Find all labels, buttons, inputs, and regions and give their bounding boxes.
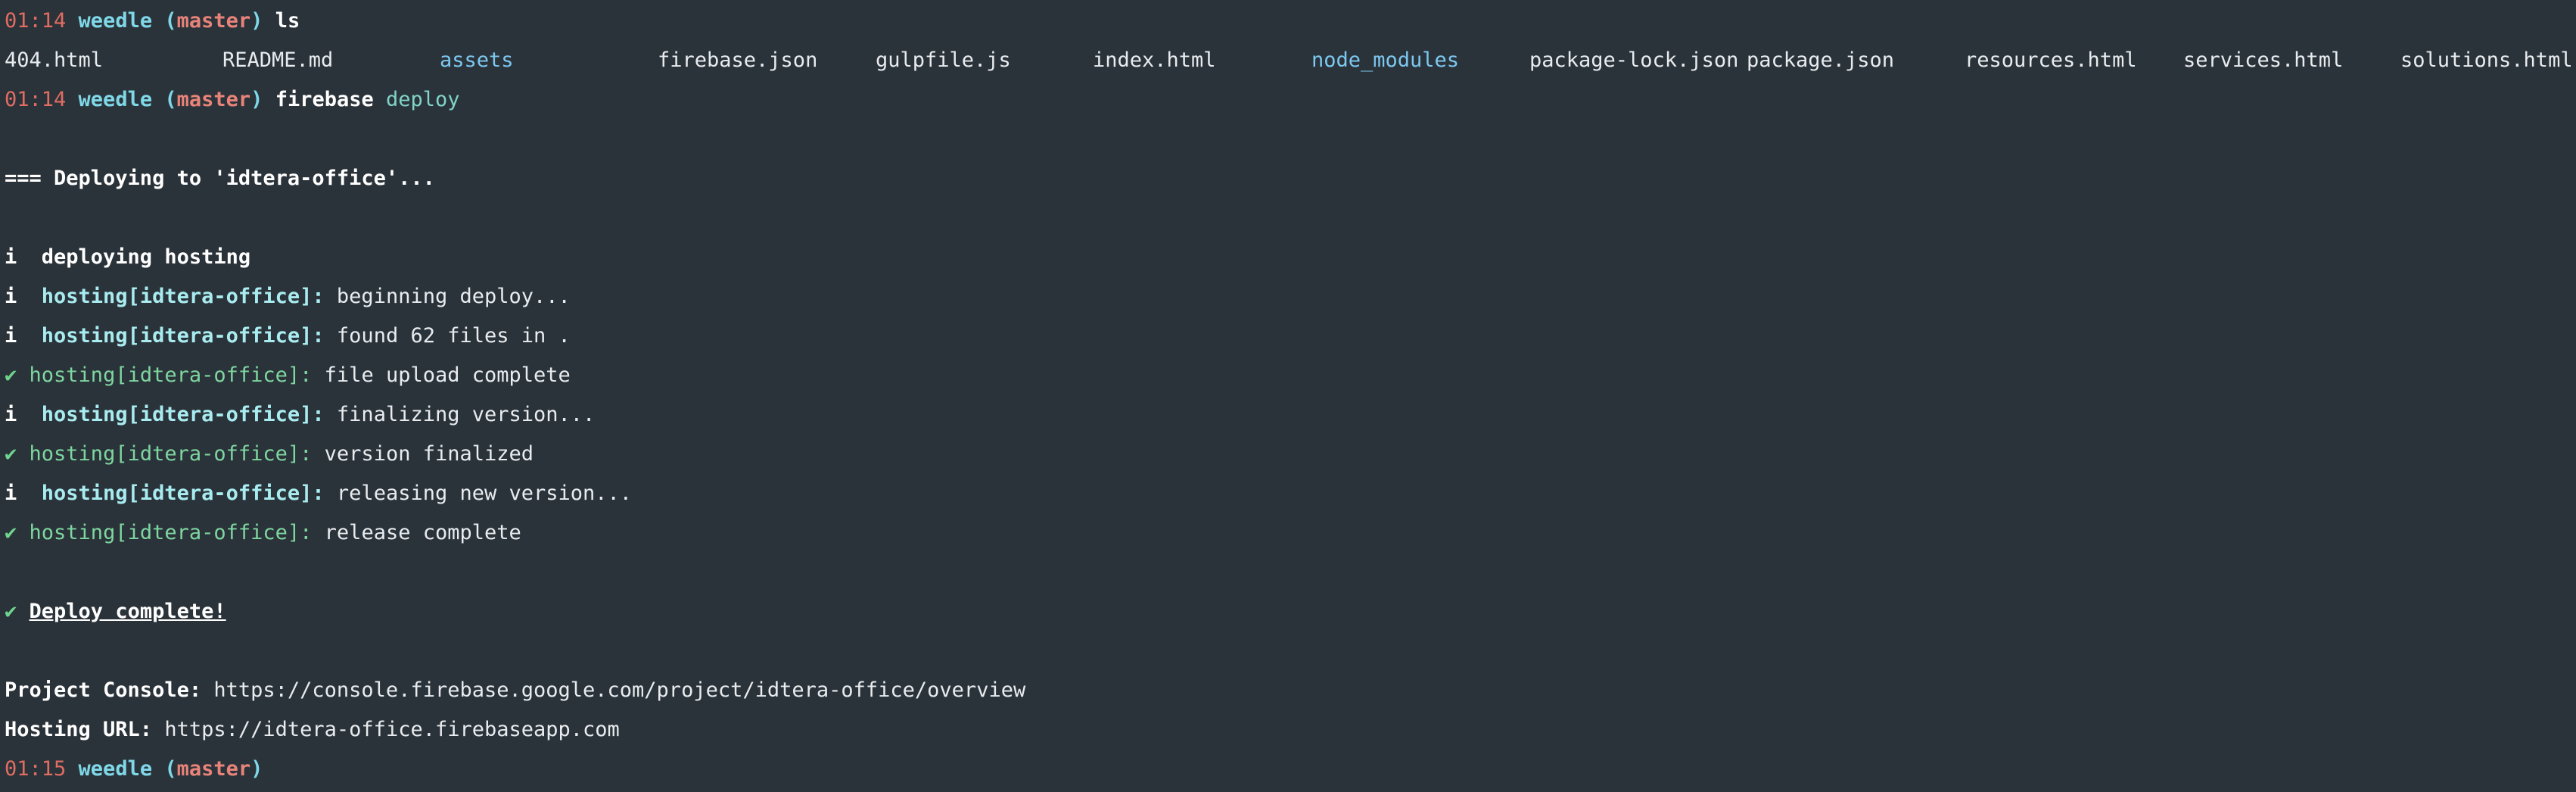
prompt-time: 01:14 [5, 88, 67, 111]
command: ls [275, 9, 300, 33]
command-argument: deploy [386, 88, 460, 111]
deploy-step: i hosting[idtera-office]: beginning depl… [5, 277, 571, 316]
prompt-branch: master [176, 9, 251, 33]
deploying-prefix: i deploying [5, 245, 165, 269]
project-console-label: Project Console: [5, 678, 202, 702]
terminal-window[interactable]: 01:14 weedle (master) ls 404.html README… [0, 0, 2576, 792]
prompt-line-current[interactable]: 01:15 weedle (master) [5, 750, 263, 789]
ls-entry-file: README.md [222, 48, 334, 72]
deploy-step: ✔ hosting[idtera-office]: release comple… [5, 513, 521, 553]
hosting-url-label: Hosting URL: [5, 718, 153, 741]
deploy-step: i hosting[idtera-office]: finalizing ver… [5, 395, 595, 435]
prompt-user: weedle [78, 757, 153, 781]
prompt-line-ls: 01:14 weedle (master) ls [5, 2, 300, 41]
info-icon: i [5, 482, 17, 505]
prompt-paren-close: ) [250, 88, 263, 111]
deploy-step: ✔ hosting[idtera-office]: file upload co… [5, 356, 571, 395]
project-console-url[interactable]: https://console.firebase.google.com/proj… [213, 678, 1025, 702]
ls-entry-file: services.html [2183, 48, 2344, 72]
info-icon: i [5, 324, 17, 348]
deploy-complete-text: Deploy complete! [29, 600, 226, 623]
hosting-url[interactable]: https://idtera-office.firebaseapp.com [164, 718, 619, 741]
step-label: hosting[idtera-office]: [29, 521, 313, 544]
step-label: hosting[idtera-office]: [29, 442, 313, 466]
ls-entry-directory: assets [440, 48, 514, 72]
step-message: file upload complete [324, 363, 571, 387]
step-message: beginning deploy... [336, 285, 571, 308]
step-message: releasing new version... [336, 482, 633, 505]
info-icon: i [5, 403, 17, 426]
deploy-step: ✔ hosting[idtera-office]: version finali… [5, 435, 534, 474]
ls-entry-file: gulpfile.js [876, 48, 1011, 72]
ls-entry-file: index.html [1093, 48, 1216, 72]
prompt-branch: master [176, 88, 251, 111]
checkmark-icon: ✔ [5, 600, 17, 623]
info-icon: i [5, 285, 17, 308]
prompt-paren-open: ( [164, 88, 177, 111]
checkmark-icon: ✔ [5, 363, 17, 387]
step-message: found 62 files in . [336, 324, 571, 348]
prompt-user: weedle [78, 88, 153, 111]
step-label: hosting[idtera-office]: [41, 324, 325, 348]
step-label: hosting[idtera-office]: [29, 363, 313, 387]
deploy-step: i hosting[idtera-office]: found 62 files… [5, 316, 571, 356]
ls-entry-file: package-lock.json [1529, 48, 1739, 72]
deploying-target: hosting [164, 245, 251, 269]
step-label: hosting[idtera-office]: [41, 403, 325, 426]
ls-output: 404.html README.md assets firebase.json … [0, 41, 2576, 80]
ls-entry-file: resources.html [1965, 48, 2137, 72]
step-message: version finalized [324, 442, 534, 466]
checkmark-icon: ✔ [5, 521, 17, 544]
hosting-url-line: Hosting URL: https://idtera-office.fireb… [5, 710, 620, 750]
project-console-line: Project Console: https://console.firebas… [5, 671, 1025, 710]
prompt-paren-close: ) [250, 757, 263, 781]
deploy-step: i hosting[idtera-office]: releasing new … [5, 474, 632, 513]
step-label: hosting[idtera-office]: [41, 285, 325, 308]
ls-entry-file: 404.html [5, 48, 104, 72]
prompt-line-deploy: 01:14 weedle (master) firebase deploy [5, 80, 460, 120]
ls-entry-file: firebase.json [658, 48, 818, 72]
step-label: hosting[idtera-office]: [41, 482, 325, 505]
checkmark-icon: ✔ [5, 442, 17, 466]
prompt-time: 01:14 [5, 9, 67, 33]
deploy-complete-line: ✔ Deploy complete! [5, 592, 226, 631]
prompt-branch: master [176, 757, 251, 781]
ls-entry-file: package.json [1747, 48, 1895, 72]
prompt-paren-open: ( [164, 9, 177, 33]
step-message: finalizing version... [336, 403, 596, 426]
deploying-line: i deploying hosting [5, 238, 250, 277]
command: firebase [275, 88, 374, 111]
prompt-paren-close: ) [250, 9, 263, 33]
ls-entry-file: solutions.html [2400, 48, 2573, 72]
step-message: release complete [324, 521, 521, 544]
deploy-header: === Deploying to 'idtera-office'... [5, 167, 435, 190]
prompt-paren-open: ( [164, 757, 177, 781]
prompt-user: weedle [78, 9, 153, 33]
ls-entry-directory: node_modules [1311, 48, 1460, 72]
prompt-time: 01:15 [5, 757, 67, 781]
